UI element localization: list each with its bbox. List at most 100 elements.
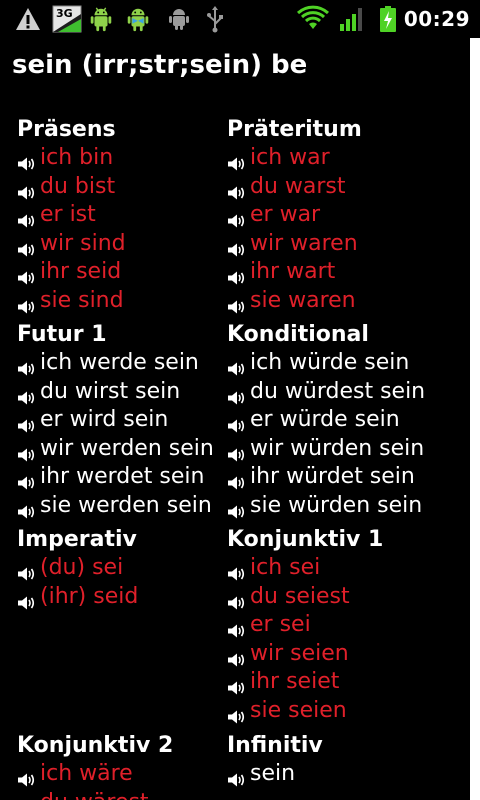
speaker-icon[interactable]	[227, 180, 245, 200]
conjugation-view[interactable]: sein (irr;str;sein) be Präsens ich bin du …	[0, 38, 470, 800]
conjugation-row[interactable]: ihr seid	[17, 258, 227, 287]
speaker-icon[interactable]	[17, 767, 35, 787]
tense-title: Konjunktiv 1	[227, 527, 384, 552]
speaker-icon[interactable]	[17, 470, 35, 490]
conjugation-row[interactable]: du wärest	[17, 789, 227, 800]
speaker-icon[interactable]	[227, 385, 245, 405]
conjugation-form: du warst	[250, 173, 346, 199]
tense-block-konjunktiv-1: Konjunktiv 1 ich sei du seiest er sei wir se…	[227, 526, 437, 725]
conjugation-row[interactable]: sie seien	[227, 697, 437, 726]
speaker-icon[interactable]	[17, 413, 35, 433]
conjugation-form: ihr werdet sein	[40, 464, 205, 489]
conjugation-row[interactable]: ich wäre	[17, 760, 227, 789]
conjugation-row[interactable]: ich sei	[227, 554, 437, 583]
status-bar: 3G 00:29	[0, 0, 480, 38]
speaker-icon[interactable]	[17, 180, 35, 200]
conjugation-row[interactable]: du wirst sein	[17, 378, 227, 407]
speaker-icon[interactable]	[227, 647, 245, 667]
conjugation-form: ihr seiet	[250, 669, 340, 694]
conjugation-row[interactable]: ich werde sein	[17, 349, 227, 378]
speaker-icon[interactable]	[17, 151, 35, 171]
conjugation-row[interactable]: du bist	[17, 173, 227, 202]
conjugation-row[interactable]: du würdest sein	[227, 378, 437, 407]
speaker-icon[interactable]	[227, 294, 245, 314]
speaker-icon[interactable]	[227, 561, 245, 581]
conjugation-form: du seiest	[250, 583, 350, 609]
conjugation-row[interactable]: (du) sei	[17, 554, 227, 583]
conjugation-row[interactable]: er wird sein	[17, 406, 227, 435]
conjugation-row[interactable]: (ihr) seid	[17, 583, 227, 612]
conjugation-form: du wärest	[40, 789, 149, 800]
conjugation-row[interactable]: wir waren	[227, 230, 437, 259]
conjugation-form: er wird sein	[40, 407, 169, 432]
conjugation-row[interactable]: wir sind	[17, 230, 227, 259]
conjugation-form: ich würde sein	[250, 350, 410, 375]
speaker-icon[interactable]	[17, 499, 35, 519]
speaker-icon[interactable]	[17, 356, 35, 376]
conjugation-row[interactable]: du warst	[227, 173, 437, 202]
conjugation-form: sie sind	[40, 287, 124, 313]
conjugation-form: ich wäre	[40, 761, 133, 786]
speaker-icon[interactable]	[227, 499, 245, 519]
speaker-icon[interactable]	[227, 413, 245, 433]
speaker-icon[interactable]	[227, 675, 245, 695]
conjugation-form: er war	[250, 202, 321, 227]
conjugation-row[interactable]: er sei	[227, 611, 437, 640]
speaker-icon[interactable]	[17, 385, 35, 405]
conjugation-form: ich bin	[40, 145, 114, 170]
conjugation-row[interactable]: sie waren	[227, 287, 437, 316]
tense-block-konjunktiv-2: Konjunktiv 2 ich wäre du wärest	[17, 732, 227, 800]
conjugation-row[interactable]: ich bin	[17, 144, 227, 173]
conjugation-row[interactable]: ihr seiet	[227, 668, 437, 697]
conjugation-row[interactable]: er würde sein	[227, 406, 437, 435]
speaker-icon[interactable]	[227, 704, 245, 724]
conjugation-row[interactable]: ihr würdet sein	[227, 463, 437, 492]
speaker-icon[interactable]	[227, 442, 245, 462]
speaker-icon[interactable]	[227, 470, 245, 490]
conjugation-row[interactable]: ich war	[227, 144, 437, 173]
conjugation-row[interactable]: wir würden sein	[227, 435, 437, 464]
speaker-icon[interactable]	[17, 442, 35, 462]
speaker-icon[interactable]	[227, 767, 245, 787]
speaker-icon[interactable]	[227, 237, 245, 257]
conjugation-form: sie seien	[250, 697, 347, 723]
conjugation-form: ich werde sein	[40, 350, 199, 375]
conjugation-form: ich sei	[250, 555, 321, 580]
tense-title: Infinitiv	[227, 733, 323, 758]
conjugation-row[interactable]: ihr wart	[227, 258, 437, 287]
conjugation-form: sie würden sein	[250, 492, 423, 518]
tense-title: Imperativ	[17, 527, 137, 552]
conjugation-row[interactable]: du seiest	[227, 583, 437, 612]
tense-block-praeteritum: Präteritum ich war du warst er war wir waren…	[227, 116, 437, 315]
speaker-icon[interactable]	[17, 208, 35, 228]
speaker-icon[interactable]	[227, 618, 245, 638]
svg-text:3G: 3G	[56, 7, 73, 20]
conjugation-form: wir sind	[40, 230, 126, 256]
speaker-icon[interactable]	[227, 590, 245, 610]
speaker-icon[interactable]	[227, 151, 245, 171]
conjugation-row[interactable]: sein	[227, 760, 437, 789]
conjugation-row[interactable]: er ist	[17, 201, 227, 230]
speaker-icon[interactable]	[17, 590, 35, 610]
speaker-icon[interactable]	[17, 265, 35, 285]
conjugation-row[interactable]: ich würde sein	[227, 349, 437, 378]
status-clock: 00:29	[403, 7, 470, 31]
conjugation-row[interactable]: wir seien	[227, 640, 437, 669]
conjugation-form: du wirst sein	[40, 378, 181, 404]
speaker-icon[interactable]	[227, 208, 245, 228]
conjugation-form: er würde sein	[250, 407, 400, 432]
speaker-icon[interactable]	[17, 561, 35, 581]
speaker-icon[interactable]	[227, 356, 245, 376]
speaker-icon[interactable]	[17, 294, 35, 314]
conjugation-row[interactable]: sie sind	[17, 287, 227, 316]
conjugation-row[interactable]: er war	[227, 201, 437, 230]
scrollbar[interactable]	[470, 38, 480, 800]
speaker-icon[interactable]	[17, 237, 35, 257]
speaker-icon[interactable]	[227, 265, 245, 285]
conjugation-row[interactable]: sie werden sein	[17, 492, 227, 521]
speaker-icon[interactable]	[17, 796, 35, 800]
conjugation-row[interactable]: wir werden sein	[17, 435, 227, 464]
conjugation-row[interactable]: ihr werdet sein	[17, 463, 227, 492]
conjugation-row[interactable]: sie würden sein	[227, 492, 437, 521]
tense-title: Präteritum	[227, 117, 362, 142]
